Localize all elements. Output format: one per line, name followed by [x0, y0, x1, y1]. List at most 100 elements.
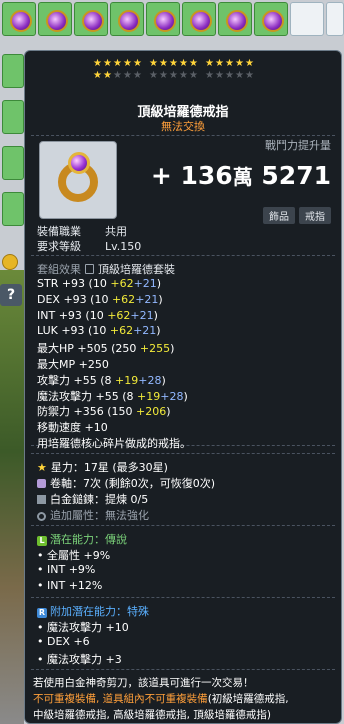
game-scene	[0, 270, 24, 724]
stat-name: 最大HP +505	[37, 342, 108, 356]
divider	[31, 453, 335, 455]
stat-name: 防禦力 +356	[37, 405, 104, 419]
inventory-slot[interactable]	[74, 2, 108, 36]
stat-row: STR +93 (10 +62+21)	[37, 277, 161, 290]
inventory-slot[interactable]	[2, 100, 24, 134]
potential-line: • INT +12%	[37, 579, 103, 592]
tag-category: 飾品	[263, 207, 295, 224]
stat-row: 攻擊力 +55 (8 +19+28)	[37, 372, 166, 388]
stat-bonus-star: +62	[107, 308, 131, 322]
star-icon: ★	[235, 70, 244, 81]
set-name: 頂級培羅德套裝	[98, 263, 175, 276]
extra-text: 追加屬性：無法強化	[50, 509, 149, 522]
stat-bonus-star: +62	[109, 324, 134, 338]
star-icon: ★	[93, 58, 102, 69]
inventory-slot[interactable]	[326, 2, 344, 36]
stat-bonus-star: +19	[115, 373, 139, 387]
tag-type: 戒指	[299, 207, 331, 224]
inventory-slot[interactable]	[254, 2, 288, 36]
stat-row: INT +93 (10 +62+21)	[37, 309, 158, 322]
inventory-slot[interactable]	[110, 2, 144, 36]
bonus-line-text: 魔法攻擊力 +10	[47, 621, 129, 634]
divider	[31, 525, 335, 527]
inventory-slot[interactable]	[2, 2, 36, 36]
footer-rest: (初級培羅德戒指,	[207, 693, 289, 705]
potential-title-text: 潛在能力：傳說	[50, 533, 127, 546]
scroll-icon	[37, 479, 46, 488]
star-icon: ★	[189, 70, 198, 81]
star-icon: ★	[149, 58, 158, 69]
scroll-row: 卷軸：7次 (剩餘0次，可恢復0次)	[37, 475, 215, 491]
lock-icon	[85, 264, 94, 274]
level-label: 要求等級	[37, 240, 81, 253]
star-icon: ★	[179, 70, 188, 81]
inventory-slot[interactable]	[146, 2, 180, 36]
inventory-slot[interactable]	[290, 2, 324, 36]
footer-equip-note: 不可重複裝備, 道具組內不可重複裝備(初級培羅德戒指,	[33, 691, 289, 706]
bonus-line-text: 魔法攻擊力 +3	[47, 653, 122, 666]
star-icon: ★	[37, 461, 47, 474]
potential-line-text: INT +9%	[47, 563, 96, 576]
power-label: 戰鬥力提升量	[265, 139, 331, 152]
bonus-potential-title: R 附加潛在能力：特殊	[37, 603, 149, 619]
starforce-text: 星力：17星 (最多30星)	[50, 461, 168, 474]
star-icon: ★	[113, 70, 122, 81]
stat-breakdown: (150 +206)	[103, 405, 171, 419]
stat-breakdown: (8 +19+28)	[96, 373, 166, 387]
star-icon: ★	[235, 58, 244, 69]
stat-bonus-scroll: +21	[135, 292, 159, 306]
inventory-slot[interactable]	[2, 192, 24, 226]
stat-row: 防禦力 +356 (150 +206)	[37, 403, 171, 419]
job-row: 裝備職業 共用	[37, 223, 127, 239]
star-icon: ★	[113, 58, 122, 69]
stat-breakdown: (8 +19+28)	[118, 389, 188, 403]
star-icon: ★	[205, 70, 214, 81]
power-first: 136	[180, 161, 233, 190]
star-icon: ★	[245, 70, 254, 81]
star-icon: ★	[169, 58, 178, 69]
legendary-badge-icon: L	[37, 536, 47, 546]
gem-icon	[68, 152, 90, 174]
star-icon: ★	[225, 58, 234, 69]
stat-row: 最大MP +250	[37, 356, 109, 372]
potential-title: L 潛在能力：傳說	[37, 531, 127, 547]
potential-line-text: 全屬性 +9%	[47, 549, 111, 562]
scroll-text: 卷軸：7次 (剩餘0次，可恢復0次)	[50, 477, 216, 490]
meso-coin-icon	[2, 254, 18, 270]
item-icon-box	[39, 141, 117, 219]
divider	[31, 669, 335, 671]
inventory-slot[interactable]	[38, 2, 72, 36]
stat-bonus-scroll: +21	[133, 277, 157, 290]
stat-row: 魔法攻擊力 +55 (8 +19+28)	[37, 388, 188, 404]
inventory-slot[interactable]	[218, 2, 252, 36]
stat-row: DEX +93 (10 +62+21)	[37, 293, 163, 306]
inventory-slot[interactable]	[182, 2, 216, 36]
star-icon: ★	[93, 70, 102, 81]
stat-row: 移動速度 +10	[37, 419, 108, 435]
rare-badge-icon: R	[37, 608, 47, 618]
help-button[interactable]: ?	[0, 284, 22, 306]
star-icon: ★	[103, 58, 112, 69]
stat-name: DEX +93	[37, 292, 87, 306]
star-icon: ★	[189, 58, 198, 69]
stat-bonus-scroll: +21	[133, 324, 157, 338]
stat-row: LUK +93 (10 +62+21)	[37, 324, 161, 337]
bonus-title-text: 附加潛在能力：特殊	[50, 605, 149, 618]
potential-line: • INT +9%	[37, 563, 96, 576]
stat-breakdown: (10 +62+21)	[86, 292, 163, 306]
item-description: 用培羅德核心碎片做成的戒指。	[37, 437, 191, 450]
bonus-line: • DEX +6	[37, 635, 90, 648]
stat-name: INT +93	[37, 308, 82, 322]
starforce-stars: ★ ★ ★ ★ ★ ★ ★ ★ ★ ★ ★ ★ ★ ★ ★ ★ ★ ★ ★ ★ ★ ★ ★ ★ ★ ★ ★ ★ ★ ★	[93, 59, 283, 83]
potential-line: • 全屬性 +9%	[37, 549, 111, 562]
stat-bonus-scroll: +21	[130, 308, 154, 322]
job-value: 共用	[105, 225, 127, 238]
inventory-slot[interactable]	[2, 54, 24, 88]
power-sign: +	[150, 161, 172, 190]
star-icon: ★	[245, 58, 254, 69]
hammer-row: 白金鎚鍊：提煉 0/5	[37, 491, 148, 507]
inventory-slot[interactable]	[2, 146, 24, 180]
gear-icon	[37, 512, 46, 521]
item-tooltip: ★ ★ ★ ★ ★ ★ ★ ★ ★ ★ ★ ★ ★ ★ ★ ★ ★ ★ ★ ★ ★ ★ ★ ★ ★ ★ ★ ★ ★ ★ 頂級培羅德戒指 無…	[24, 50, 342, 724]
star-icon: ★	[215, 70, 224, 81]
